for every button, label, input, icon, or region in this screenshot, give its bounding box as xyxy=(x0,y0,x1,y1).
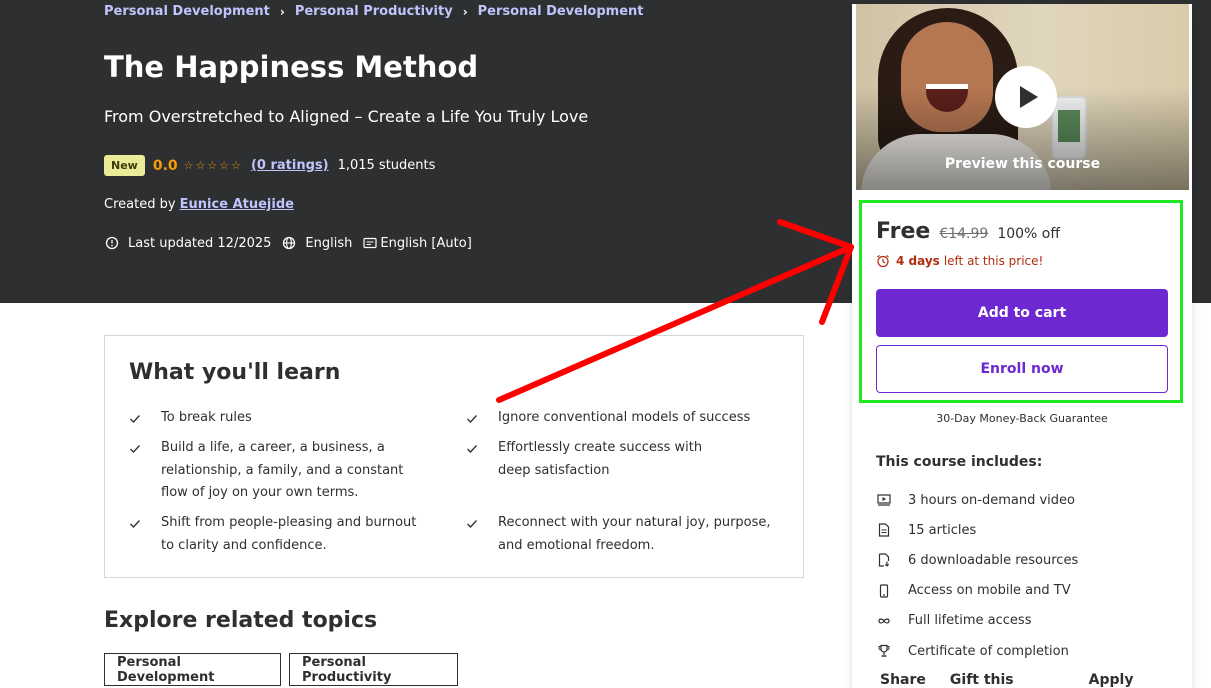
download-file-icon xyxy=(876,552,892,568)
closed-caption-icon xyxy=(362,235,378,251)
checkmark-icon xyxy=(466,407,498,433)
learn-item-text: Build a life, a career, a business, a re… xyxy=(161,440,404,500)
checkmark-icon xyxy=(129,407,161,433)
list-item: 6 downloadable resources xyxy=(876,545,1078,575)
discount-percent: 100% off xyxy=(997,226,1060,242)
created-by: Created by Eunice Atuejide xyxy=(104,197,294,212)
course-captions: English [Auto] xyxy=(380,235,472,251)
page-title: The Happiness Method xyxy=(104,50,479,84)
list-item: Shift from people-pleasing and burnout t… xyxy=(129,512,429,557)
checkmark-icon xyxy=(129,437,161,505)
gift-course-button[interactable]: Gift this course xyxy=(950,672,1065,688)
checkmark-icon xyxy=(466,512,498,557)
list-item: Certificate of completion xyxy=(876,636,1078,666)
apply-coupon-button[interactable]: Apply Coupon xyxy=(1089,672,1192,688)
created-by-label: Created by xyxy=(104,197,176,212)
include-label: 6 downloadable resources xyxy=(908,552,1079,568)
topic-chip[interactable]: Personal Development xyxy=(104,653,281,686)
rating-value: 0.0 xyxy=(152,157,178,174)
learn-item-text: To break rules xyxy=(161,410,252,425)
learn-heading: What you'll learn xyxy=(129,360,341,385)
video-icon xyxy=(876,492,892,508)
chevron-right-icon: › xyxy=(462,4,468,19)
ratings-count-link[interactable]: (0 ratings) xyxy=(251,158,329,173)
students-count: 1,015 students xyxy=(337,158,436,173)
star-rating-icon: ☆☆☆☆☆ xyxy=(183,159,243,172)
list-item: Reconnect with your natural joy, purpose… xyxy=(466,512,786,557)
list-item: 3 hours on-demand video xyxy=(876,485,1078,515)
current-price: Free xyxy=(876,219,931,244)
learn-item-text: Shift from people-pleasing and burnout t… xyxy=(161,515,417,553)
breadcrumb-item[interactable]: Personal Development xyxy=(478,4,644,19)
topic-chip[interactable]: Personal Productivity xyxy=(289,653,458,686)
list-item: 15 articles xyxy=(876,515,1078,545)
article-icon xyxy=(876,522,892,538)
rating-row: New 0.0 ☆☆☆☆☆ (0 ratings) 1,015 students xyxy=(104,155,435,176)
list-item: Access on mobile and TV xyxy=(876,576,1078,606)
checkmark-icon xyxy=(129,512,161,557)
include-label: 3 hours on-demand video xyxy=(908,492,1075,508)
enroll-now-button[interactable]: Enroll now xyxy=(876,345,1168,393)
preview-label: Preview this course xyxy=(944,156,1101,172)
instructor-link[interactable]: Eunice Atuejide xyxy=(180,197,294,212)
learn-item-text: Ignore conventional models of success xyxy=(498,410,751,425)
includes-list: 3 hours on-demand video 15 articles 6 do… xyxy=(876,485,1078,666)
alarm-clock-icon xyxy=(877,255,889,268)
add-to-cart-button[interactable]: Add to cart xyxy=(876,289,1168,337)
course-preview[interactable]: Preview this course xyxy=(856,4,1189,190)
last-updated: Last updated 12/2025 xyxy=(128,235,272,251)
list-item: Effortlessly create success with deep sa… xyxy=(466,437,736,482)
list-item: Ignore conventional models of success xyxy=(466,407,776,433)
course-language: English xyxy=(305,235,353,251)
course-subtitle: From Overstretched to Aligned – Create a… xyxy=(104,107,589,126)
original-price: €14.99 xyxy=(939,226,989,242)
timer-days: 4 days xyxy=(896,254,940,268)
purchase-card: Preview this course Free €14.99 100% off… xyxy=(852,4,1192,688)
breadcrumb-item[interactable]: Personal Productivity xyxy=(295,4,453,19)
learn-item-text: Reconnect with your natural joy, purpose… xyxy=(498,515,771,553)
card-footer: Share Gift this course Apply Coupon xyxy=(880,672,1192,688)
include-label: Certificate of completion xyxy=(908,643,1069,659)
include-label: Access on mobile and TV xyxy=(908,583,1071,599)
discount-timer: 4 days left at this price! xyxy=(876,254,1043,268)
course-meta: Last updated 12/2025 English English [Au… xyxy=(104,235,472,251)
includes-heading: This course includes: xyxy=(876,454,1043,470)
breadcrumb-item[interactable]: Personal Development xyxy=(104,4,270,19)
share-button[interactable]: Share xyxy=(880,672,926,688)
list-item: To break rules xyxy=(129,407,429,433)
trophy-icon xyxy=(876,643,892,659)
list-item: Build a life, a career, a business, a re… xyxy=(129,437,429,505)
breadcrumb: Personal Development › Personal Producti… xyxy=(104,4,644,19)
infinity-icon xyxy=(876,613,892,629)
money-back-guarantee: 30-Day Money-Back Guarantee xyxy=(936,412,1108,425)
timer-text: left at this price! xyxy=(943,254,1044,268)
alert-clock-icon xyxy=(104,235,120,251)
what-you-learn-box: What you'll learn To break rules Ignore … xyxy=(104,335,804,578)
include-label: Full lifetime access xyxy=(908,613,1032,629)
play-icon[interactable] xyxy=(995,66,1057,128)
globe-icon xyxy=(281,235,297,251)
list-item: Full lifetime access xyxy=(876,606,1078,636)
include-label: 15 articles xyxy=(908,522,977,538)
learn-item-text: Effortlessly create success with deep sa… xyxy=(498,440,703,478)
chevron-right-icon: › xyxy=(279,4,285,19)
mobile-icon xyxy=(876,583,892,599)
price-row: Free €14.99 100% off xyxy=(876,219,1060,244)
checkmark-icon xyxy=(466,437,498,482)
new-badge: New xyxy=(104,155,145,176)
explore-heading: Explore related topics xyxy=(104,608,378,633)
